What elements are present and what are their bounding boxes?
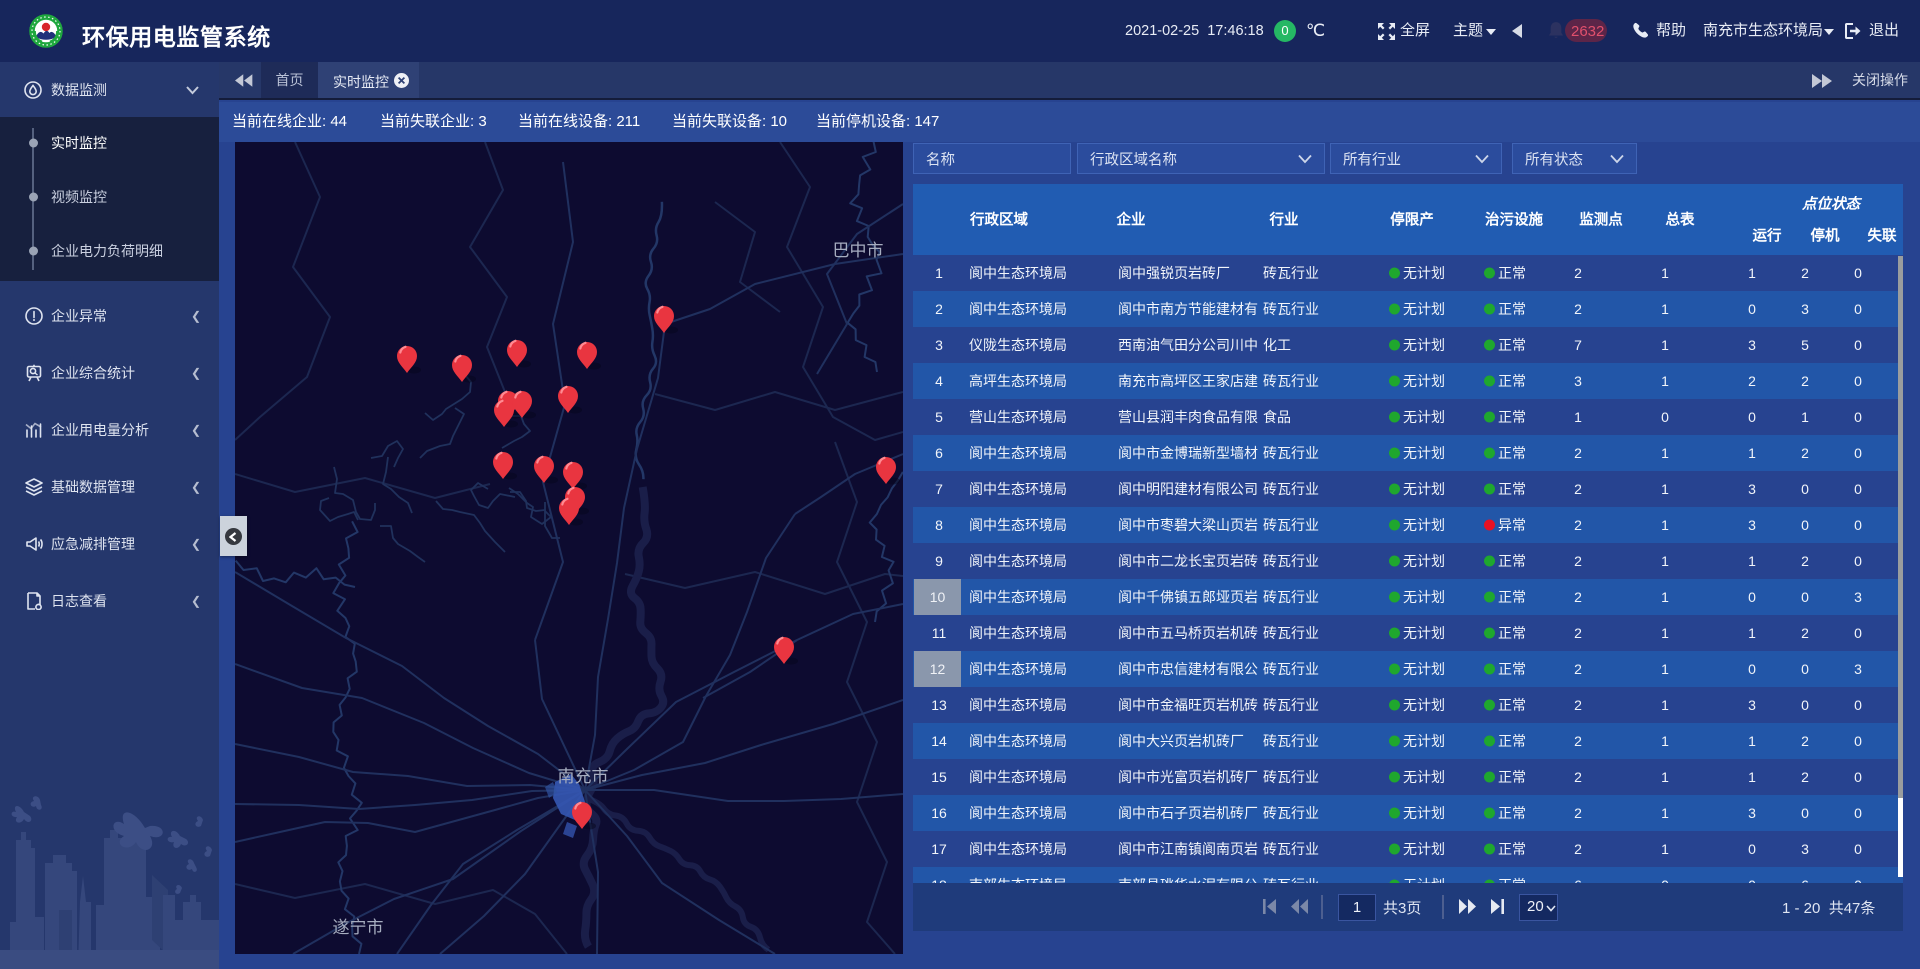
svg-text:南充市: 南充市 [558, 767, 609, 786]
svg-text:巴中市: 巴中市 [833, 241, 884, 260]
svg-text:遂宁市: 遂宁市 [333, 918, 384, 937]
